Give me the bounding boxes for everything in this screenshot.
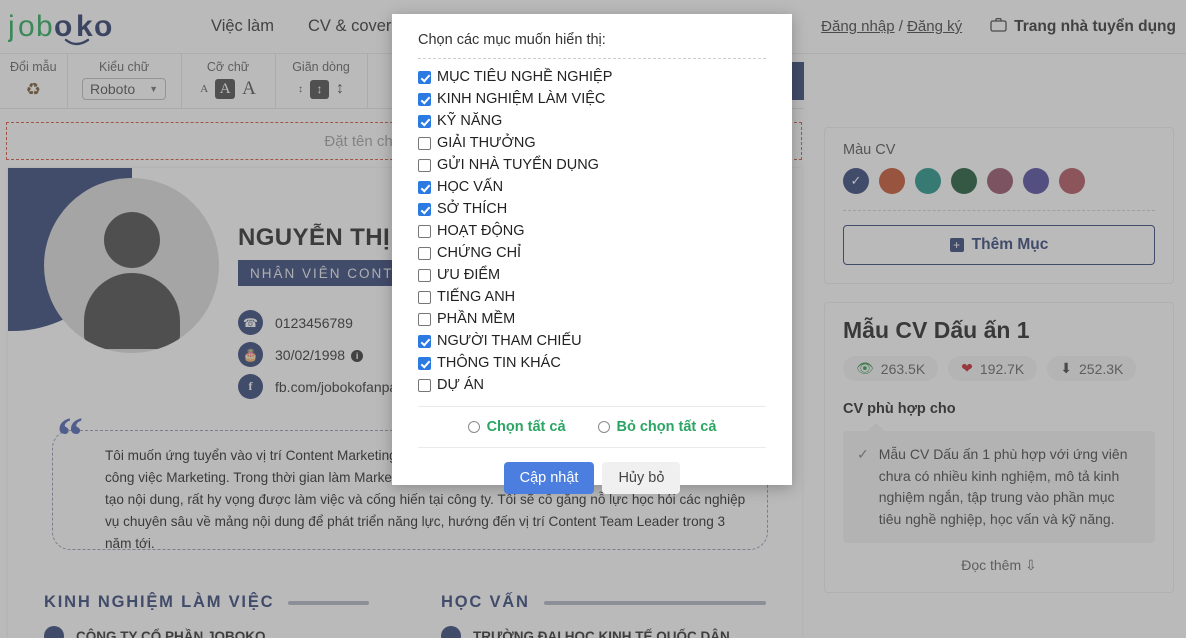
- modal-header: Chọn các mục muốn hiển thị:: [392, 14, 792, 48]
- checkbox-icon[interactable]: [418, 356, 431, 370]
- modal-actions: Cập nhật Hủy bỏ: [392, 448, 792, 494]
- app-root: j o b o k o Việc làm CV & cover letter Đ…: [0, 0, 1186, 638]
- radio-icon[interactable]: [597, 421, 610, 433]
- option-label: TIẾNG ANH: [437, 289, 516, 305]
- update-button[interactable]: Cập nhật: [503, 462, 595, 494]
- deselect-all-radio[interactable]: Bỏ chọn tất cả: [597, 419, 717, 435]
- checkbox-icon[interactable]: [418, 312, 431, 326]
- checkbox-icon[interactable]: [418, 158, 431, 172]
- option-label: GIẢI THƯỞNG: [437, 135, 536, 151]
- section-visibility-modal: Chọn các mục muốn hiển thị: MỤC TIÊU NGH…: [392, 14, 792, 494]
- checkbox-icon[interactable]: [418, 136, 431, 150]
- option-send-to-recruiter[interactable]: GỬI NHÀ TUYỂN DỤNG: [418, 154, 766, 176]
- option-work-experience[interactable]: KINH NGHIỆM LÀM VIỆC: [418, 88, 766, 110]
- radio-icon[interactable]: [467, 421, 480, 433]
- checkbox-icon[interactable]: [418, 180, 431, 194]
- option-label: DỰ ÁN: [437, 377, 485, 393]
- select-all-radio[interactable]: Chọn tất cả: [467, 419, 566, 435]
- option-label: THÔNG TIN KHÁC: [437, 355, 561, 371]
- option-education[interactable]: HỌC VẤN: [418, 176, 766, 198]
- modal-title: Chọn các mục muốn hiển thị:: [418, 32, 606, 48]
- select-all-label: Chọn tất cả: [486, 419, 566, 435]
- option-references[interactable]: NGƯỜI THAM CHIẾU: [418, 330, 766, 352]
- cancel-button[interactable]: Hủy bỏ: [602, 462, 681, 494]
- option-strengths[interactable]: ƯU ĐIỂM: [418, 264, 766, 286]
- option-interests[interactable]: SỞ THÍCH: [418, 198, 766, 220]
- section-options-list: MỤC TIÊU NGHỀ NGHIỆP KINH NGHIỆM LÀM VIỆ…: [392, 59, 792, 396]
- option-projects[interactable]: DỰ ÁN: [418, 374, 766, 396]
- option-label: HOẠT ĐỘNG: [437, 223, 525, 239]
- option-other-information[interactable]: THÔNG TIN KHÁC: [418, 352, 766, 374]
- checkbox-icon[interactable]: [418, 246, 431, 260]
- select-all-controls: Chọn tất cả Bỏ chọn tất cả: [392, 407, 792, 435]
- checkbox-icon[interactable]: [418, 202, 431, 216]
- checkbox-icon[interactable]: [418, 224, 431, 238]
- option-label: ƯU ĐIỂM: [437, 267, 501, 283]
- checkbox-icon[interactable]: [418, 334, 431, 348]
- option-certificates[interactable]: CHỨNG CHỈ: [418, 242, 766, 264]
- checkbox-icon[interactable]: [418, 114, 431, 128]
- option-software[interactable]: PHẦN MỀM: [418, 308, 766, 330]
- checkbox-icon[interactable]: [418, 70, 431, 84]
- option-skills[interactable]: KỸ NĂNG: [418, 110, 766, 132]
- option-label: PHẦN MỀM: [437, 311, 516, 327]
- deselect-all-label: Bỏ chọn tất cả: [616, 419, 717, 435]
- checkbox-icon[interactable]: [418, 290, 431, 304]
- checkbox-icon[interactable]: [418, 268, 431, 282]
- option-activities[interactable]: HOẠT ĐỘNG: [418, 220, 766, 242]
- option-awards[interactable]: GIẢI THƯỞNG: [418, 132, 766, 154]
- option-label: NGƯỜI THAM CHIẾU: [437, 333, 582, 349]
- checkbox-icon[interactable]: [418, 378, 431, 392]
- option-label: MỤC TIÊU NGHỀ NGHIỆP: [437, 69, 613, 85]
- option-label: SỞ THÍCH: [437, 201, 508, 217]
- option-label: KỸ NĂNG: [437, 113, 503, 129]
- option-label: KINH NGHIỆM LÀM VIỆC: [437, 91, 606, 107]
- checkbox-icon[interactable]: [418, 92, 431, 106]
- option-label: GỬI NHÀ TUYỂN DỤNG: [437, 157, 599, 173]
- option-label: CHỨNG CHỈ: [437, 245, 522, 261]
- option-label: HỌC VẤN: [437, 179, 504, 195]
- option-english[interactable]: TIẾNG ANH: [418, 286, 766, 308]
- option-career-objective[interactable]: MỤC TIÊU NGHỀ NGHIỆP: [418, 66, 766, 88]
